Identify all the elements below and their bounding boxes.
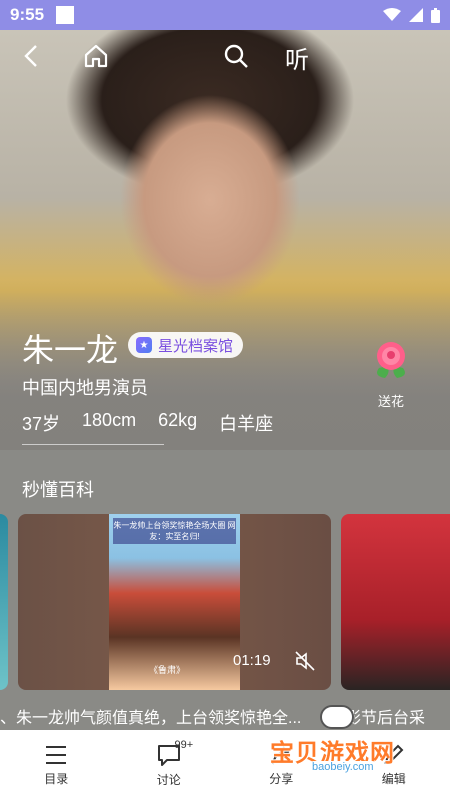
send-flower-label: 送花 [377,394,404,409]
rose-icon [377,342,405,378]
watermark-url: baobeiy.com [308,761,378,773]
thumbnail-caption: 朱一龙帅上台领奖惊艳全场大圈 网友：实至名归! [113,518,236,544]
home-icon [84,44,108,68]
video-title[interactable]: 、朱一龙帅气颜值真绝，上台领奖惊艳全... [0,704,301,728]
catalog-icon [46,745,67,764]
site-watermark: 宝贝游戏网 baobeiy.com [270,705,445,775]
starlight-archive-badge[interactable]: ★ 星光档案馆 [128,332,244,358]
stat-age: 37岁 [22,414,61,434]
signal-icon [409,8,423,22]
tab-catalog-label: 目录 [44,771,69,786]
home-button[interactable] [78,38,114,74]
notification-icon [56,6,75,24]
discuss-count-badge: 99+ [174,739,194,751]
video-card-next[interactable] [341,514,450,690]
video-card-prev[interactable] [0,514,8,690]
stat-weight: 62kg [158,410,198,430]
mute-button[interactable] [294,650,316,677]
section-title: 秒懂百科 [22,480,94,500]
wifi-icon [383,8,401,21]
send-flower-button[interactable]: 送花 [368,338,414,410]
back-button[interactable] [14,38,50,74]
video-duration: 01:19 [233,652,271,669]
tab-discuss-label: 讨论 [156,772,181,787]
video-thumbnail: 朱一龙帅上台领奖惊艳全场大圈 网友：实至名归! 《鲁肃》 [109,514,240,690]
status-bar: 9:55 [0,0,450,30]
video-card[interactable]: 朱一龙帅上台领奖惊艳全场大圈 网友：实至名归! 《鲁肃》 01:19 [18,514,331,690]
tab-discuss[interactable]: 99+ 讨论 [113,730,226,800]
person-description: 中国内地男演员 [22,378,148,398]
tab-catalog[interactable]: 目录 [0,730,113,800]
person-stats: 37岁 180cm 62kg 白羊座 [22,410,273,436]
mute-icon [295,651,315,671]
status-indicators [383,7,440,23]
search-icon [224,44,248,68]
stat-zodiac: 白羊座 [219,414,274,434]
thumbnail-bottom-text: 《鲁肃》 [149,665,186,675]
gamepad-icon [320,705,354,729]
search-button[interactable] [218,38,254,74]
divider [22,444,164,445]
back-arrow-icon [24,45,37,67]
status-time: 9:55 [10,5,45,24]
stat-height: 180cm [82,410,137,430]
badge-label: 星光档案馆 [158,337,234,355]
star-hexagon-icon: ★ [136,337,152,353]
battery-icon [431,7,440,23]
top-nav: 听 [0,38,450,74]
listen-button[interactable]: 听 [285,40,309,75]
video-carousel[interactable]: 朱一龙帅上台领奖惊艳全场大圈 网友：实至名归! 《鲁肃》 01:19 [0,514,450,690]
person-name: 朱一龙 [22,332,119,368]
